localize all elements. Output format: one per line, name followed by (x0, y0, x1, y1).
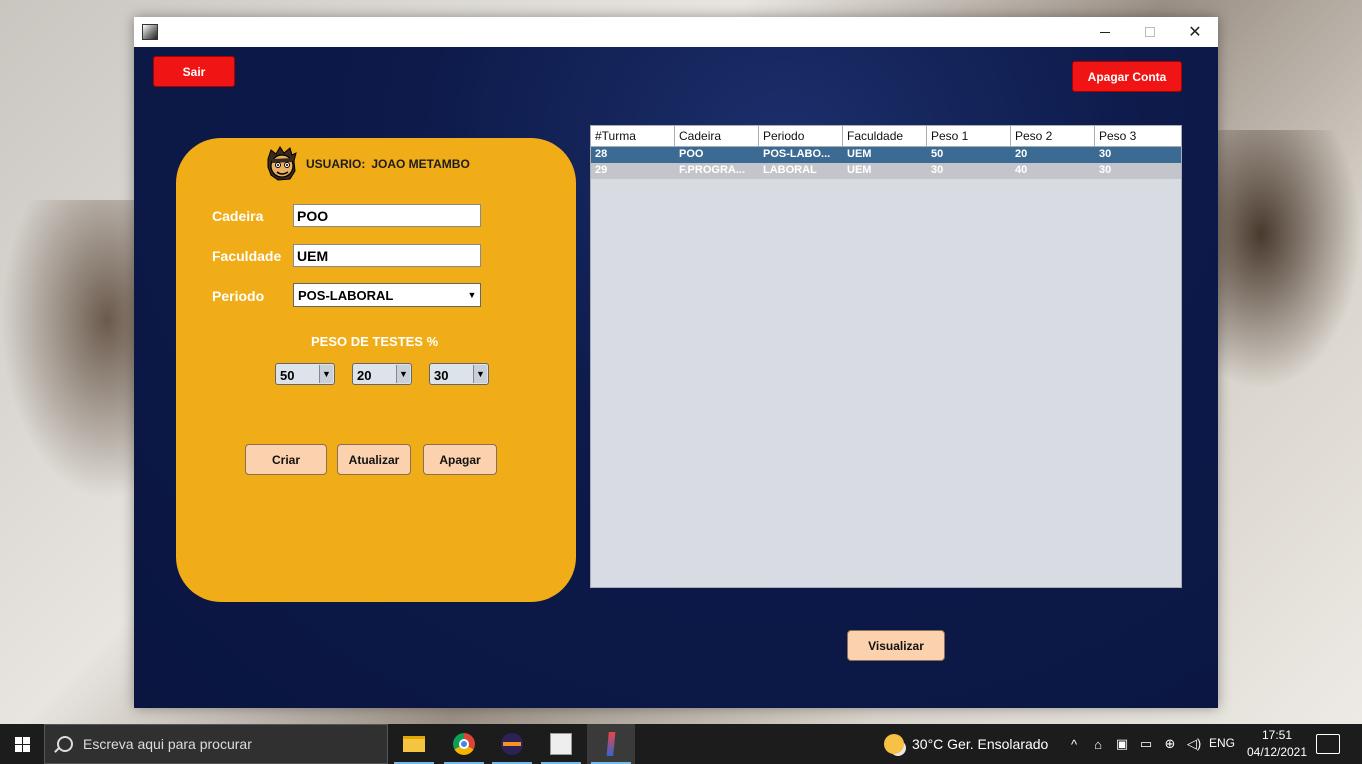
search-icon (57, 736, 73, 752)
table-cell: 40 (1015, 164, 1028, 176)
chrome-button[interactable] (440, 724, 488, 764)
weather-text: 30°C Ger. Ensolarado (912, 736, 1049, 752)
faculdade-label: Faculdade (212, 248, 282, 264)
user-info: USUARIO: JOAO METAMBO (262, 144, 470, 184)
chrome-icon (453, 733, 475, 755)
column-header[interactable]: Peso 2 (1011, 126, 1095, 146)
table-cell: 29 (595, 164, 608, 176)
table-row[interactable]: 29 F.PROGRA... LABORAL UEM 30 40 30 (591, 163, 1181, 179)
start-button[interactable] (0, 724, 44, 764)
clock-time: 17:51 (1261, 728, 1293, 742)
java-app-button[interactable] (537, 724, 585, 764)
turmas-table[interactable]: #Turma Cadeira Periodo Faculdade Peso 1 … (590, 125, 1182, 588)
search-placeholder: Escreva aqui para procurar (83, 736, 252, 752)
eclipse-button[interactable] (488, 724, 536, 764)
apagar-button[interactable]: Apagar (423, 444, 497, 475)
periodo-label: Periodo (212, 288, 265, 304)
peso3-select[interactable]: 30 ▼ (429, 363, 489, 385)
sair-button[interactable]: Sair (153, 56, 235, 87)
java-cup-icon (606, 732, 616, 756)
weather-sun-icon (884, 734, 904, 754)
peso1-select[interactable]: 50 ▼ (275, 363, 335, 385)
file-explorer-button[interactable] (390, 724, 438, 764)
dropdown-arrow-icon[interactable]: ▼ (319, 365, 333, 383)
peso3-value: 30 (434, 368, 449, 383)
column-header[interactable]: Periodo (759, 126, 843, 146)
peso2-select[interactable]: 20 ▼ (352, 363, 412, 385)
eclipse-icon (501, 733, 523, 755)
atualizar-button[interactable]: Atualizar (337, 444, 411, 475)
java-icon (550, 733, 572, 755)
tray-network-icon[interactable]: ⊕ (1158, 736, 1182, 752)
tray-display-icon[interactable]: ▣ (1110, 736, 1134, 752)
table-cell: 30 (1099, 164, 1112, 176)
peso-title: PESO DE TESTES % (311, 334, 439, 349)
cadeira-label: Cadeira (212, 208, 264, 224)
minimize-icon (1100, 31, 1110, 33)
user-prefix: USUARIO: (306, 157, 366, 171)
tray-usb-icon[interactable]: ⌂ (1086, 737, 1110, 752)
folder-icon (403, 736, 425, 752)
apagar-conta-button[interactable]: Apagar Conta (1072, 61, 1182, 92)
table-cell: POS-LABO... (763, 148, 831, 160)
tray-battery-icon[interactable]: ▭ (1134, 736, 1158, 752)
table-cell: UEM (847, 164, 872, 176)
user-avatar-icon (267, 146, 297, 181)
periodo-value: POS-LABORAL (298, 288, 394, 303)
faculdade-field[interactable]: UEM (293, 244, 481, 267)
java-app-icon (142, 24, 158, 40)
windows-logo-icon (14, 736, 30, 752)
tray-chevron-icon[interactable]: ^ (1062, 737, 1086, 752)
language-indicator[interactable]: ENG (1209, 736, 1235, 750)
dropdown-arrow-icon[interactable]: ▼ (396, 365, 410, 383)
wallpaper-shade (1218, 130, 1362, 390)
weather-widget[interactable]: 30°C Ger. Ensolarado (884, 724, 1048, 764)
peso2-value: 20 (357, 368, 372, 383)
maximize-button[interactable] (1127, 17, 1173, 47)
taskbar-search[interactable]: Escreva aqui para procurar (44, 724, 388, 764)
column-header[interactable]: #Turma (591, 126, 675, 146)
periodo-select[interactable]: POS-LABORAL ▼ (293, 283, 481, 307)
notification-icon[interactable] (1316, 734, 1340, 754)
cadeira-field[interactable]: POO (293, 204, 481, 227)
table-cell: POO (679, 148, 704, 160)
main-content: Sair Apagar Conta USUARIO: JOAO METAMBO … (134, 47, 1218, 708)
minimize-button[interactable] (1082, 17, 1128, 47)
peso1-value: 50 (280, 368, 295, 383)
table-cell: 30 (1099, 148, 1112, 160)
table-cell: 20 (1015, 148, 1028, 160)
table-cell: UEM (847, 148, 872, 160)
close-button[interactable]: ✕ (1172, 17, 1218, 47)
table-cell: F.PROGRA... (679, 164, 746, 176)
clock[interactable]: 17:51 04/12/2021 (1240, 727, 1314, 761)
tray-volume-icon[interactable]: ◁) (1182, 736, 1206, 752)
system-tray: ^ ⌂ ▣ ▭ ⊕ ◁) (1062, 724, 1206, 764)
form-panel: USUARIO: JOAO METAMBO Cadeira POO Faculd… (176, 138, 576, 602)
close-icon: ✕ (1188, 24, 1202, 41)
clock-date: 04/12/2021 (1246, 745, 1308, 759)
taskbar: Escreva aqui para procurar 30°C Ger. Ens… (0, 724, 1362, 764)
table-cell: 50 (931, 148, 944, 160)
column-header[interactable]: Peso 1 (927, 126, 1011, 146)
dropdown-arrow-icon[interactable]: ▼ (473, 365, 487, 383)
wallpaper-shade (0, 200, 134, 500)
table-cell: 30 (931, 164, 944, 176)
column-header[interactable]: Cadeira (675, 126, 759, 146)
table-header: #Turma Cadeira Periodo Faculdade Peso 1 … (591, 126, 1181, 147)
table-cell: 28 (595, 148, 608, 160)
column-header[interactable]: Peso 3 (1095, 126, 1181, 146)
table-row[interactable]: 28 POO POS-LABO... UEM 50 20 30 (591, 147, 1181, 163)
java-runtime-button[interactable] (587, 724, 635, 764)
user-name: JOAO METAMBO (371, 157, 470, 171)
app-window: ✕ Sair Apagar Conta USUARIO: JOAO METAMB… (134, 17, 1218, 708)
dropdown-arrow-icon[interactable]: ▼ (465, 285, 479, 305)
maximize-icon (1145, 27, 1155, 37)
table-cell: LABORAL (763, 164, 817, 176)
title-bar[interactable]: ✕ (134, 17, 1218, 47)
criar-button[interactable]: Criar (245, 444, 327, 475)
visualizar-button[interactable]: Visualizar (847, 630, 945, 661)
column-header[interactable]: Faculdade (843, 126, 927, 146)
